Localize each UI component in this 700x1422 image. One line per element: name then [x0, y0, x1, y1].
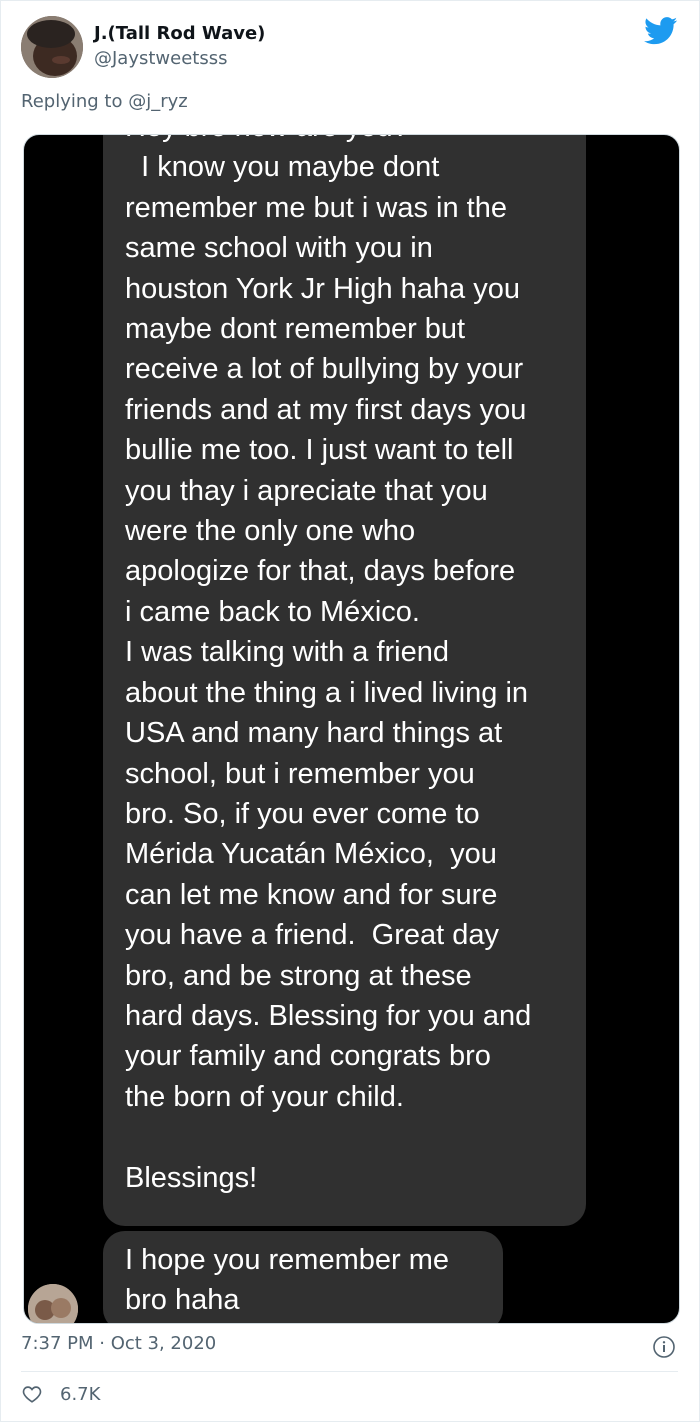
message-text-followup: I hope you remember me bro haha — [125, 1244, 449, 1317]
sender-avatar — [28, 1284, 78, 1323]
author-handle[interactable]: @Jaystweetsss — [94, 48, 228, 69]
author-name[interactable]: J.(Tall Rod Wave) — [94, 23, 265, 44]
twitter-bird-icon[interactable] — [644, 17, 678, 45]
message-text: Hey bro now are you? I know you maybe do… — [125, 135, 532, 1194]
tweet-image[interactable]: Hey bro now are you? I know you maybe do… — [23, 134, 680, 1324]
divider — [21, 1371, 678, 1372]
message-bubble-followup: I hope you remember me bro haha — [103, 1231, 503, 1323]
tweet-timestamp[interactable]: 7:37 PM · Oct 3, 2020 — [21, 1333, 216, 1354]
reply-handle-link[interactable]: @j_ryz — [128, 91, 188, 112]
replying-to: Replying to @j_ryz — [21, 91, 188, 112]
replying-to-prefix: Replying to — [21, 91, 129, 112]
info-icon[interactable] — [652, 1335, 676, 1359]
like-count: 6.7K — [60, 1384, 101, 1405]
heart-icon[interactable] — [21, 1383, 43, 1405]
author-avatar[interactable] — [21, 16, 83, 78]
message-bubble: Hey bro now are you? I know you maybe do… — [103, 135, 586, 1226]
